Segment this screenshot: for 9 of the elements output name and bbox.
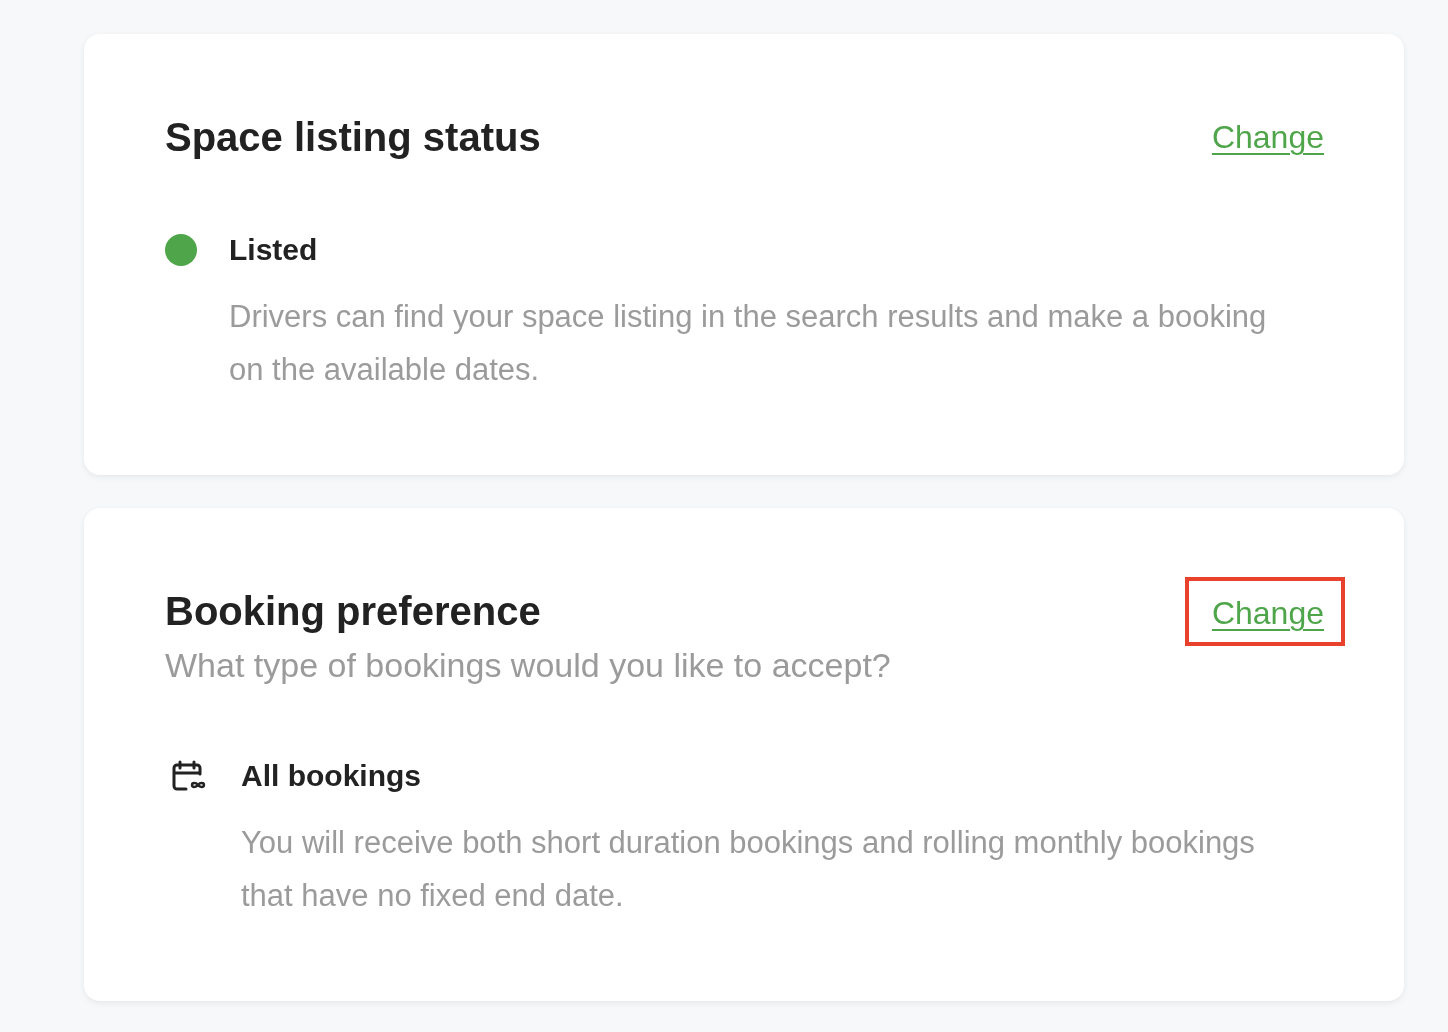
option-description: You will receive both short duration bookings and rolling monthly bookings that have no fixed end date. bbox=[241, 824, 1256, 915]
change-link[interactable]: Change bbox=[1211, 117, 1324, 157]
change-link[interactable]: Change bbox=[1211, 593, 1324, 633]
status-label: Listed bbox=[229, 232, 318, 268]
card-title: Booking preference bbox=[165, 588, 542, 635]
card-title: Space listing status bbox=[165, 114, 541, 161]
status-description: Drivers can find your space listing in the search results and make a booking on the available dates. bbox=[229, 298, 1268, 389]
option-label: All bookings bbox=[241, 758, 421, 794]
card-subtitle: What type of bookings would you like to accept? bbox=[165, 645, 891, 686]
